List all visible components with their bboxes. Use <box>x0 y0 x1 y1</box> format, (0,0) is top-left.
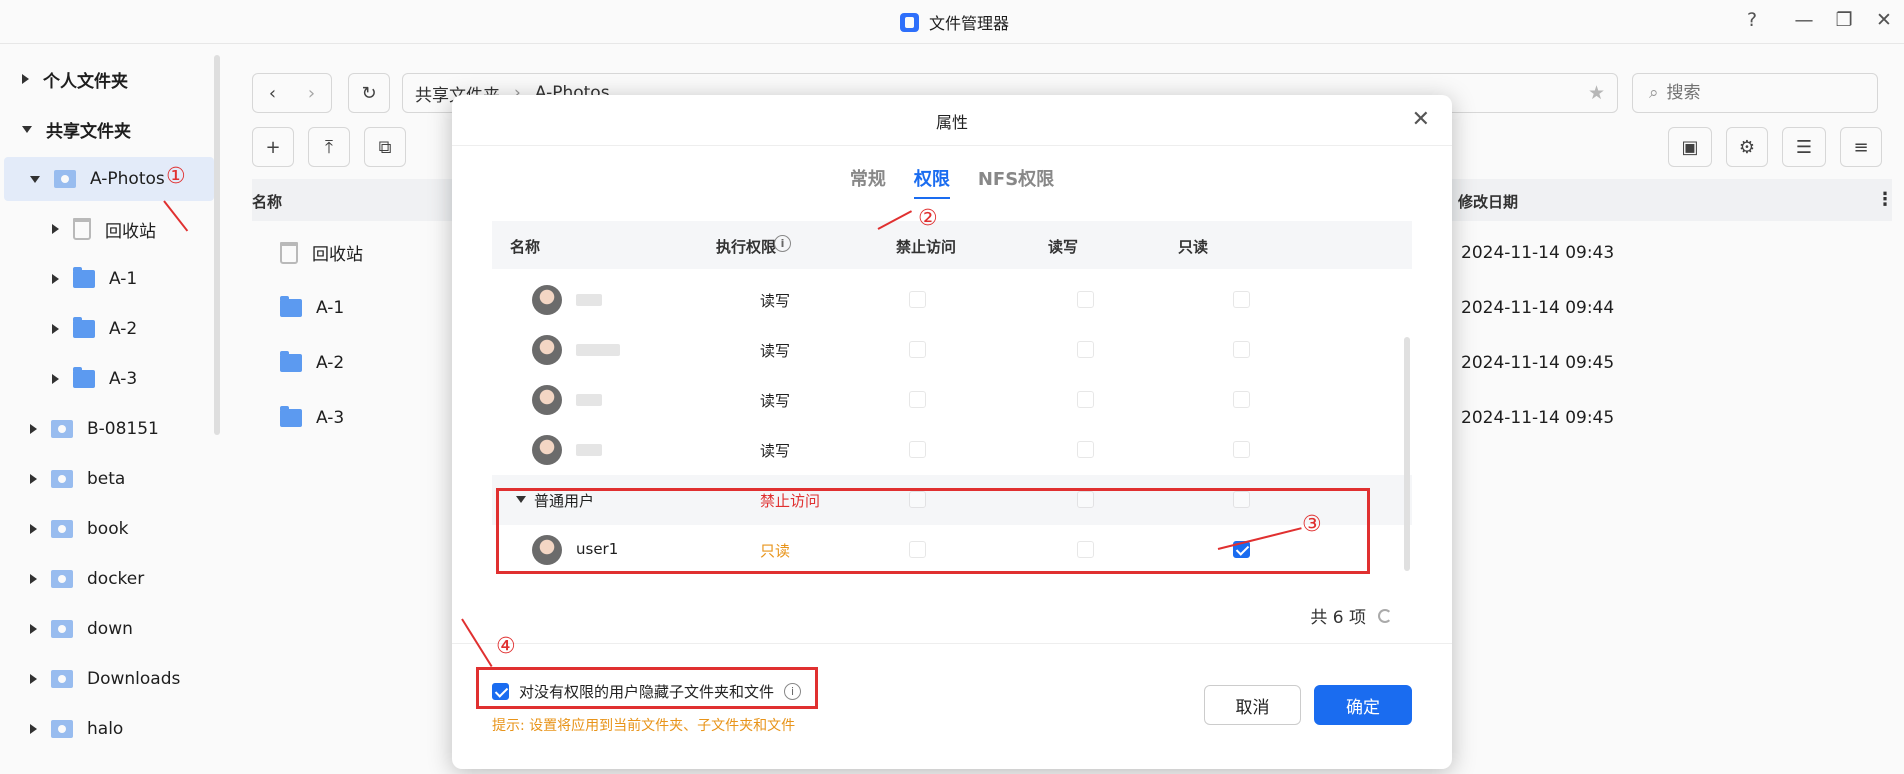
deny-checkbox[interactable] <box>909 291 926 308</box>
user-name <box>576 390 602 408</box>
divider <box>452 145 1452 146</box>
permission-row: 读写 <box>492 375 1412 425</box>
blurred-name <box>576 393 602 406</box>
read-only-checkbox[interactable] <box>1233 391 1250 408</box>
user-name <box>576 340 620 358</box>
tab-general[interactable]: 常规 <box>850 165 886 199</box>
annotation-1: ① <box>166 164 186 189</box>
deny-checkbox[interactable] <box>909 391 926 408</box>
avatar <box>532 385 562 415</box>
exec-permission: 读写 <box>760 392 791 410</box>
deny-checkbox[interactable] <box>909 441 926 458</box>
info-icon[interactable]: i <box>774 235 791 252</box>
hint-text: 提示: 设置将应用到当前文件夹、子文件夹和文件 <box>492 718 796 734</box>
annotation-box-user-permission <box>496 488 1370 574</box>
total-count-text: 共 6 项 <box>1310 608 1366 628</box>
avatar <box>532 285 562 315</box>
dialog-title: 属性 <box>935 113 968 132</box>
avatar <box>532 335 562 365</box>
col-exec-permission: 执行权限 <box>716 238 777 256</box>
confirm-button[interactable]: 确定 <box>1314 685 1412 725</box>
blurred-name <box>576 343 620 356</box>
user-name <box>576 290 602 308</box>
annotation-4: ④ <box>496 634 516 659</box>
dialog-tabs: 常规 权限 NFS权限 <box>452 165 1452 199</box>
permission-row: 读写 <box>492 275 1412 325</box>
deny-checkbox[interactable] <box>909 341 926 358</box>
permission-table-header: 名称 执行权限 i 禁止访问 读写 只读 <box>492 221 1412 269</box>
user-name <box>576 440 602 458</box>
read-only-checkbox[interactable] <box>1233 341 1250 358</box>
col-deny: 禁止访问 <box>896 238 957 256</box>
avatar <box>532 435 562 465</box>
read-write-checkbox[interactable] <box>1077 291 1094 308</box>
total-count: 共 6 项 <box>1310 603 1392 628</box>
cancel-button[interactable]: 取消 <box>1204 685 1301 725</box>
annotation-2: ② <box>918 206 938 231</box>
read-only-checkbox[interactable] <box>1233 441 1250 458</box>
exec-permission: 读写 <box>760 342 791 360</box>
permission-scrollbar[interactable] <box>1404 337 1410 571</box>
permission-row: 读写 <box>492 325 1412 375</box>
annotation-box-hide-option <box>476 667 818 709</box>
divider <box>452 643 1452 644</box>
read-write-checkbox[interactable] <box>1077 441 1094 458</box>
col-read-only: 只读 <box>1178 238 1209 256</box>
read-write-checkbox[interactable] <box>1077 341 1094 358</box>
read-write-checkbox[interactable] <box>1077 391 1094 408</box>
col-read-write: 读写 <box>1048 238 1079 256</box>
tab-permissions[interactable]: 权限 <box>913 165 950 199</box>
exec-permission: 读写 <box>760 442 791 460</box>
col-name: 名称 <box>510 238 541 256</box>
dialog-close-button[interactable]: ✕ <box>1412 107 1430 132</box>
tab-nfs-permissions[interactable]: NFS权限 <box>978 165 1054 199</box>
read-only-checkbox[interactable] <box>1233 291 1250 308</box>
permission-row: 读写 <box>492 425 1412 475</box>
blurred-name <box>576 443 602 456</box>
exec-permission: 读写 <box>760 292 791 310</box>
blurred-name <box>576 293 602 306</box>
refresh-icon[interactable] <box>1378 608 1392 623</box>
annotation-3: ③ <box>1302 512 1322 537</box>
